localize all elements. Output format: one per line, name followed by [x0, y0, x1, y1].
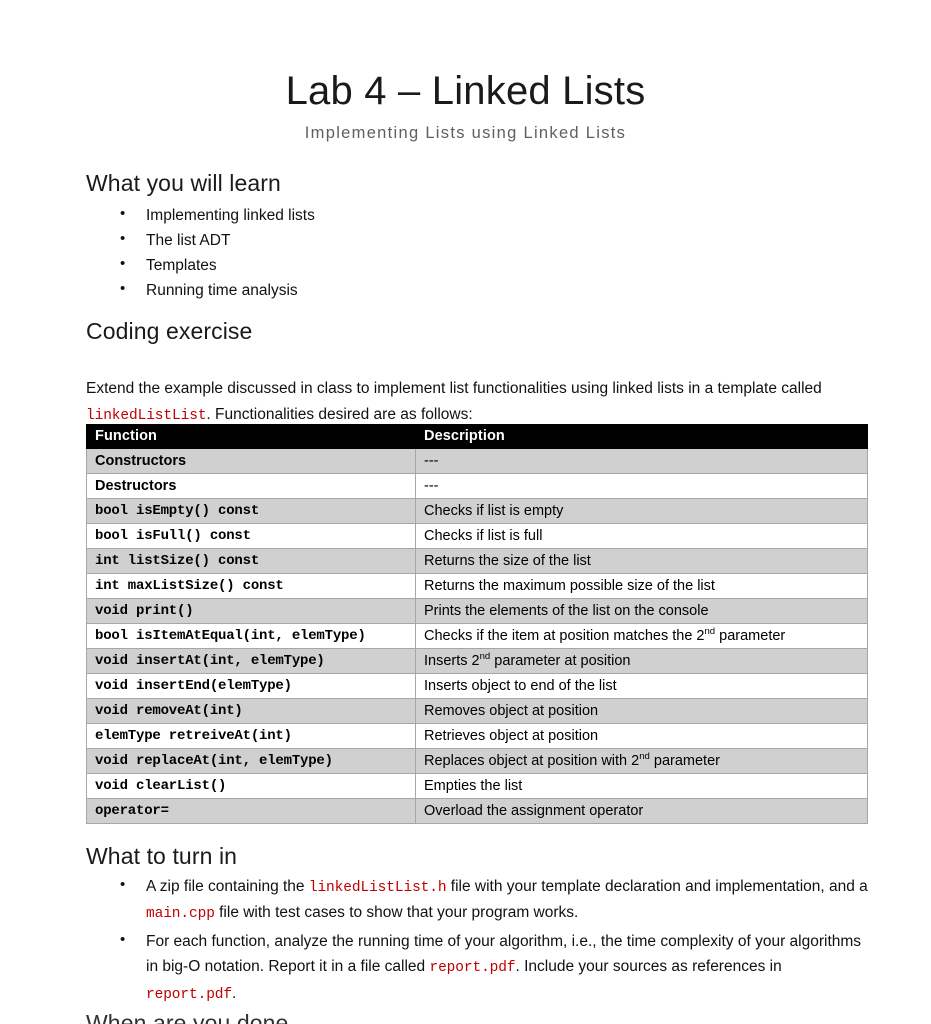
heading-what-to-turn-in: What to turn in: [86, 843, 238, 869]
cell-function: void removeAt(int): [86, 698, 416, 724]
table-row: bool isFull() const Checks if list is fu…: [86, 523, 868, 549]
cell-description: Empties the list: [415, 773, 868, 799]
cell-description: Replaces object at position with 2nd par…: [415, 748, 868, 774]
table-row: Destructors ---: [86, 473, 868, 499]
cell-description: Inserts object to end of the list: [415, 673, 868, 699]
bullet2-text-c: .: [232, 984, 237, 1002]
desc-post: parameter at position: [490, 652, 631, 669]
document-page: Lab 4 – Linked Lists Implementing Lists …: [0, 0, 931, 1024]
table-row: int maxListSize() const Returns the maxi…: [86, 573, 868, 599]
list-item: The list ADT: [86, 227, 586, 253]
cell-description: Retrieves object at position: [415, 723, 868, 749]
list-item: Implementing linked lists: [86, 202, 586, 228]
cell-description: Overload the assignment operator: [415, 798, 868, 824]
code-linkedlistlist-h: linkedListList.h: [308, 880, 447, 896]
cell-description: Removes object at position: [415, 698, 868, 724]
cell-description: Inserts 2nd parameter at position: [415, 648, 868, 674]
page-title: Lab 4 – Linked Lists: [285, 69, 646, 113]
table-row: bool isEmpty() const Checks if list is e…: [86, 498, 868, 524]
cell-function: void clearList(): [86, 773, 416, 799]
heading-what-you-will-learn: What you will learn: [86, 170, 281, 196]
table-row: operator= Overload the assignment operat…: [86, 798, 868, 824]
list-item: Templates: [86, 252, 586, 278]
table-row: elemType retreiveAt(int) Retrieves objec…: [86, 723, 868, 749]
cell-function: bool isFull() const: [86, 523, 416, 549]
table-row: void replaceAt(int, elemType) Replaces o…: [86, 748, 868, 774]
cell-function: bool isItemAtEqual(int, elemType): [86, 623, 416, 649]
list-item: A zip file containing the linkedListList…: [86, 873, 868, 927]
cell-function: int maxListSize() const: [86, 573, 416, 599]
ordinal-suffix: nd: [639, 750, 650, 762]
cell-function: int listSize() const: [86, 548, 416, 574]
table-row: Constructors ---: [86, 448, 868, 474]
cell-description: ---: [415, 448, 868, 474]
table-row: void clearList() Empties the list: [86, 773, 868, 799]
cell-function: void replaceAt(int, elemType): [86, 748, 416, 774]
table-row: void insertAt(int, elemType) Inserts 2nd…: [86, 648, 868, 674]
table-row: void print() Prints the elements of the …: [86, 598, 868, 624]
table-row: void insertEnd(elemType) Inserts object …: [86, 673, 868, 699]
cell-description: Checks if the item at position matches t…: [415, 623, 868, 649]
cell-function: bool isEmpty() const: [86, 498, 416, 524]
paragraph-text-tail: . Functionalities desired are as follows…: [206, 406, 473, 424]
cell-description: Checks if list is empty: [415, 498, 868, 524]
code-report-pdf-2: report.pdf: [146, 986, 233, 1003]
code-report-pdf-1: report.pdf: [429, 960, 516, 977]
table-row: bool isItemAtEqual(int, elemType) Checks…: [86, 623, 868, 649]
cell-description: Returns the size of the list: [415, 548, 868, 574]
desc-post: parameter: [649, 752, 720, 769]
cell-function: elemType retreiveAt(int): [86, 723, 416, 749]
code-linkedlistlist: linkedListList: [86, 408, 207, 425]
page-subtitle: Implementing Lists using Linked Lists: [304, 124, 627, 142]
cell-function: void print(): [86, 598, 416, 624]
cell-function: operator=: [86, 798, 416, 824]
turnin-bullet-list: A zip file containing the linkedListList…: [86, 873, 868, 1009]
column-header-description: Description: [415, 424, 868, 449]
table-row: int listSize() const Returns the size of…: [86, 548, 868, 574]
learn-bullet-list: Implementing linked lists The list ADT T…: [86, 202, 586, 303]
code-main-cpp: main.cpp: [146, 906, 215, 923]
ordinal-suffix: nd: [704, 625, 716, 637]
coding-exercise-paragraph: Extend the example discussed in class to…: [86, 376, 858, 430]
bullet1-text-a: A zip file containing the: [146, 878, 309, 895]
table-row: void removeAt(int) Removes object at pos…: [86, 698, 868, 724]
cell-description: Returns the maximum possible size of the…: [415, 573, 868, 599]
table-header-row: Function Description: [86, 424, 868, 449]
bullet1-text-b: file with your template declaration and …: [446, 878, 868, 895]
desc-post: parameter: [715, 627, 786, 644]
cell-function: void insertEnd(elemType): [86, 673, 416, 699]
desc-pre: Inserts 2: [424, 652, 480, 669]
cell-function: Constructors: [86, 448, 416, 474]
list-item: For each function, analyze the running t…: [86, 928, 868, 1007]
column-header-function: Function: [86, 424, 416, 449]
cell-function: void insertAt(int, elemType): [86, 648, 416, 674]
bullet2-text-b: . Include your sources as references in: [515, 958, 782, 976]
list-item: Running time analysis: [86, 277, 586, 303]
cell-function: Destructors: [86, 473, 416, 499]
heading-coding-exercise: Coding exercise: [86, 318, 253, 344]
cell-description: Prints the elements of the list on the c…: [415, 598, 868, 624]
bullet1-text-c: file with test cases to show that your p…: [214, 904, 579, 922]
desc-pre: Replaces object at position with 2: [424, 752, 640, 769]
ordinal-suffix: nd: [479, 650, 491, 662]
function-description-table: Function Description Constructors --- De…: [86, 424, 868, 824]
desc-pre: Checks if the item at position matches t…: [424, 627, 705, 644]
paragraph-text-lead: Extend the example discussed in class to…: [86, 379, 822, 397]
cell-description: Checks if list is full: [415, 523, 868, 549]
cell-description: ---: [415, 473, 868, 499]
heading-when-are-you-done-clipped: When are you done: [86, 1010, 289, 1024]
